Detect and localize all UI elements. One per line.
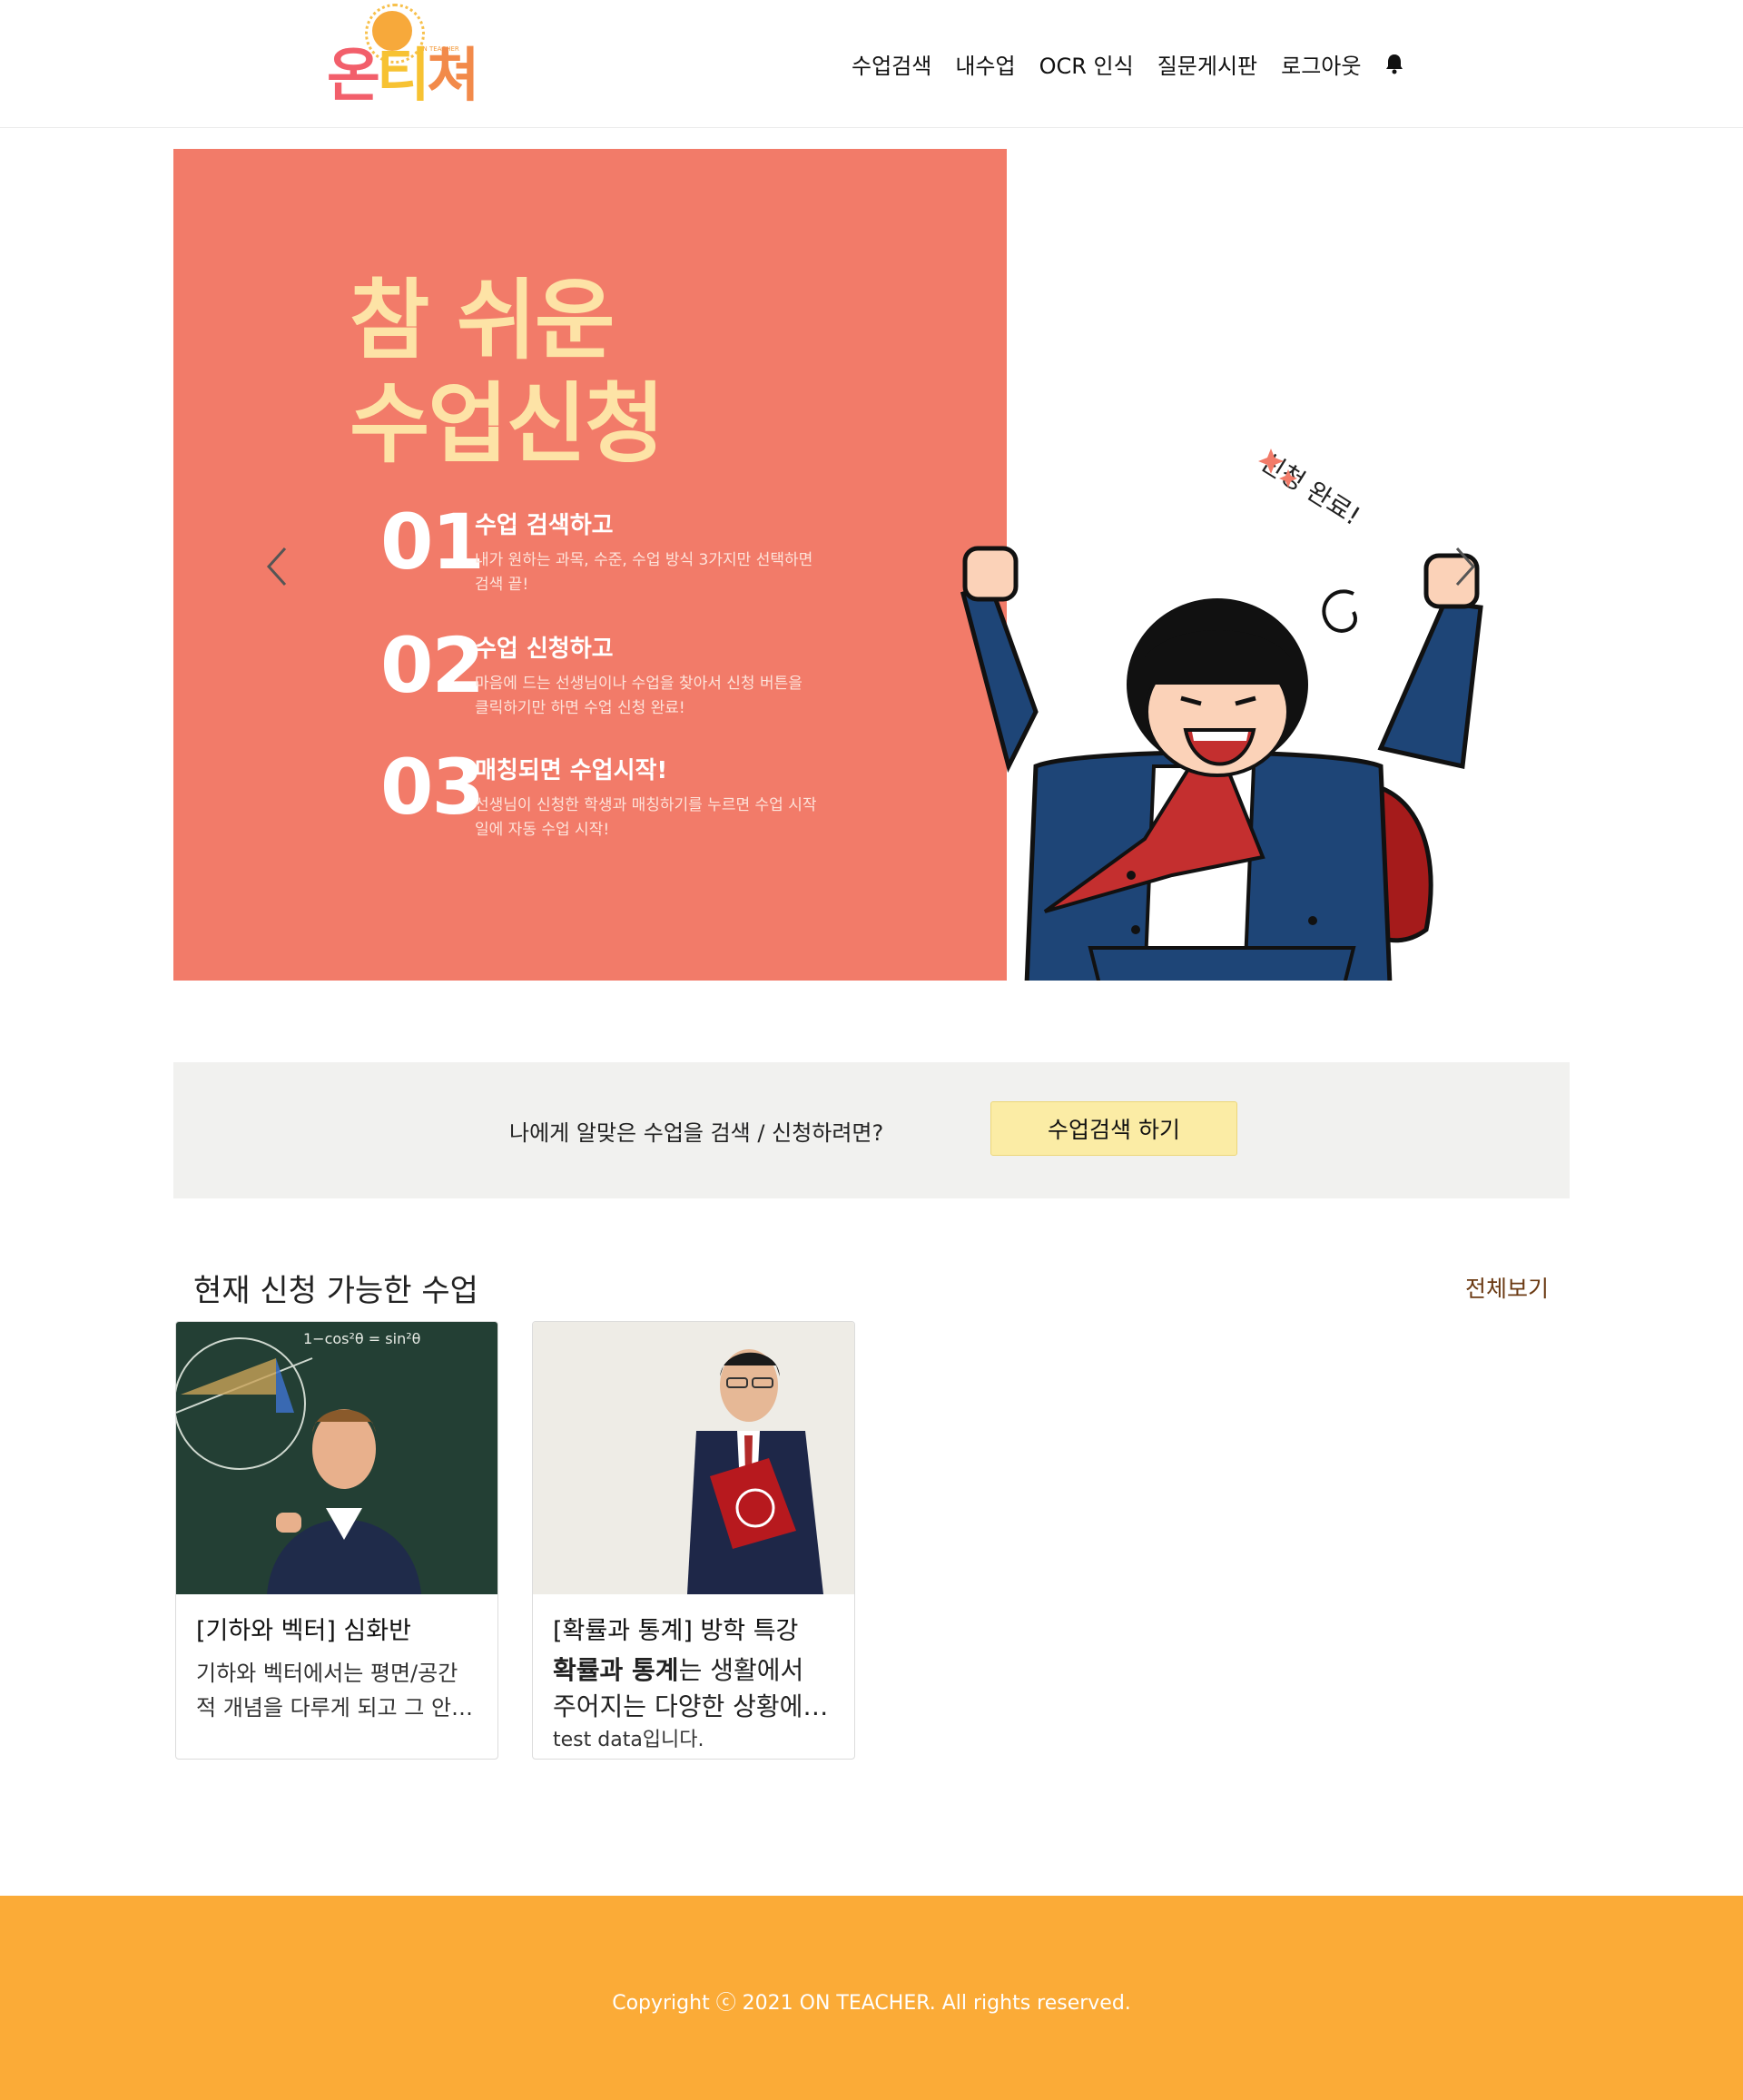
logo[interactable]: ON TEACHER 온티쳐 [325, 4, 480, 116]
hero-slide-panel: 참 쉬운 수업신청 01 수업 검색하고 내가 원하는 과목, 수준, 수업 방… [173, 149, 1007, 981]
nav-my-courses[interactable]: 내수업 [955, 48, 1015, 80]
site-header: ON TEACHER 온티쳐 수업검색 내수업 OCR 인식 질문게시판 로그아… [0, 0, 1743, 128]
hero-title-line1: 참 쉬운 [350, 270, 615, 371]
course-thumbnail: 1−cos²θ = sin²θ [176, 1322, 497, 1594]
search-banner: 나에게 알맞은 수업을 검색 / 신청하려면? 수업검색 하기 [173, 1062, 1570, 1198]
course-description: 확률과 통계는 생활에서 주어지는 다양한 상황에… [553, 1652, 834, 1725]
course-title: [확률과 통계] 방학 특강 [553, 1617, 799, 1645]
course-description: 기하와 벡터에서는 평면/공간 적 개념을 다루게 되고 그 안… [196, 1661, 474, 1720]
blackboard-formula: 1−cos²θ = sin²θ [303, 1330, 420, 1347]
step-title: 수업 검색하고 [475, 512, 614, 539]
see-all-link[interactable]: 전체보기 [1465, 1271, 1549, 1304]
step-number: 01 [380, 498, 485, 587]
chevron-left-icon [266, 547, 287, 587]
hero-title-line2: 수업신청 [350, 373, 665, 475]
step-description: 마음에 드는 선생님이나 수업을 찾아서 신청 버튼을 클릭하기만 하면 수업 … [475, 675, 803, 717]
step-title: 매칭되면 수업시작! [475, 757, 668, 784]
banner-text: 나에게 알맞은 수업을 검색 / 신청하려면? [509, 1120, 884, 1146]
nav-qna-board[interactable]: 질문게시판 [1157, 48, 1257, 80]
logo-char-2: 티 [376, 43, 430, 110]
course-extra-text: test data입니다. [553, 1729, 704, 1751]
logo-char-1: 온 [327, 43, 380, 110]
copyright-text: Copyright ⓒ 2021 ON TEACHER. All rights … [612, 1992, 1131, 2015]
step-description: 내가 원하는 과목, 수준, 수업 방식 3가지만 선택하면 검색 끝! [475, 551, 813, 594]
bell-icon[interactable] [1384, 53, 1404, 74]
course-search-button[interactable]: 수업검색 하기 [990, 1101, 1237, 1156]
step-number: 03 [380, 743, 485, 832]
chevron-right-icon [1455, 547, 1476, 587]
nav-course-search[interactable]: 수업검색 [852, 48, 931, 80]
course-description-bold: 확률과 통계 [553, 1655, 679, 1685]
logo-wordmark: 온티쳐 [327, 40, 480, 113]
main-nav: 수업검색 내수업 OCR 인식 질문게시판 로그아웃 [852, 45, 1404, 82]
course-title: [기하와 벡터] 심화반 [196, 1617, 411, 1645]
logo-char-3: 쳐 [426, 43, 480, 110]
course-thumbnail [533, 1322, 854, 1594]
student-illustration: 신청 완료! [954, 294, 1499, 981]
hero-carousel: 참 쉬운 수업신청 01 수업 검색하고 내가 원하는 과목, 수준, 수업 방… [173, 149, 1570, 981]
course-card[interactable]: 1−cos²θ = sin²θ [기하와 벡터] 심화반 기하와 벡터에서는 평… [175, 1321, 498, 1760]
course-card[interactable]: [확률과 통계] 방학 특강 확률과 통계는 생활에서 주어지는 다양한 상황에… [532, 1321, 855, 1760]
nav-ocr[interactable]: OCR 인식 [1039, 48, 1134, 80]
carousel-next-button[interactable] [1446, 539, 1482, 594]
hero-title: 참 쉬운 수업신청 [350, 269, 665, 476]
section-title: 현재 신청 가능한 수업 [193, 1273, 478, 1309]
step-description: 선생님이 신청한 학생과 매칭하기를 누르면 수업 시작일에 자동 수업 시작! [475, 796, 817, 839]
nav-logout[interactable]: 로그아웃 [1281, 48, 1361, 80]
carousel-prev-button[interactable] [260, 539, 296, 594]
step-title: 수업 신청하고 [475, 636, 614, 663]
step-number: 02 [380, 621, 485, 710]
site-footer: Copyright ⓒ 2021 ON TEACHER. All rights … [0, 1896, 1743, 2100]
